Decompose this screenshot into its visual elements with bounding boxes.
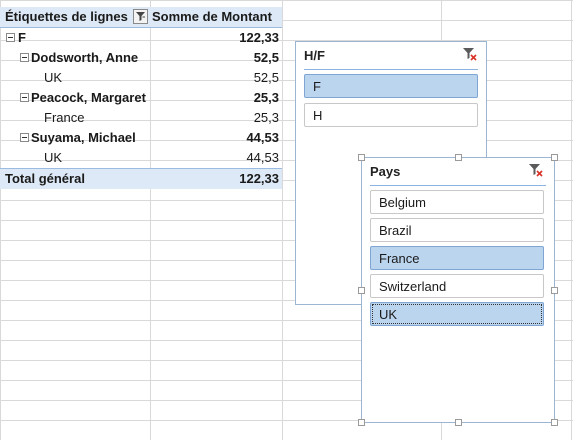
column-divider bbox=[571, 0, 572, 440]
collapse-icon[interactable] bbox=[6, 33, 15, 42]
pivot-table: Étiquettes de lignes Somme de Montant F … bbox=[0, 7, 282, 189]
filter-icon bbox=[136, 12, 145, 21]
row-label: France bbox=[44, 110, 85, 125]
row-label: F bbox=[18, 30, 26, 45]
slicer-divider bbox=[370, 185, 546, 186]
collapse-icon[interactable] bbox=[20, 93, 29, 102]
slicer-title: Pays bbox=[370, 164, 401, 179]
slicer-item-uk[interactable]: UK bbox=[370, 302, 544, 326]
grand-total-label: Total général bbox=[5, 171, 85, 186]
slicer-title: H/F bbox=[304, 48, 325, 63]
resize-handle[interactable] bbox=[551, 287, 558, 294]
resize-handle[interactable] bbox=[358, 287, 365, 294]
resize-handle[interactable] bbox=[551, 154, 558, 161]
row-value: 25,3 bbox=[253, 110, 279, 125]
clear-filter-icon[interactable] bbox=[528, 162, 544, 178]
resize-handle[interactable] bbox=[358, 419, 365, 426]
pivot-row-employee: Suyama, Michael 44,53 bbox=[0, 128, 282, 148]
pivot-row-group: F 122,33 bbox=[0, 28, 282, 48]
pivot-row-country: UK 44,53 bbox=[0, 148, 282, 168]
row-value: 52,5 bbox=[253, 50, 279, 65]
slicer-item-switzerland[interactable]: Switzerland bbox=[370, 274, 544, 298]
pivot-row-country: UK 52,5 bbox=[0, 68, 282, 88]
slicer-item-brazil[interactable]: Brazil bbox=[370, 218, 544, 242]
pivot-grand-total-row: Total général 122,33 bbox=[0, 168, 282, 189]
slicer-pays[interactable]: Pays Belgium Brazil France Switzerland U… bbox=[358, 154, 558, 426]
resize-handle[interactable] bbox=[358, 154, 365, 161]
resize-handle[interactable] bbox=[551, 419, 558, 426]
row-value: 44,53 bbox=[246, 130, 279, 145]
row-label: Dodsworth, Anne bbox=[31, 50, 139, 65]
row-value: 25,3 bbox=[253, 90, 279, 105]
clear-filter-icon[interactable] bbox=[462, 46, 478, 62]
row-value: 122,33 bbox=[239, 30, 279, 45]
sum-header: Somme de Montant bbox=[152, 9, 272, 24]
column-divider bbox=[282, 0, 283, 440]
row-labels-filter-button[interactable] bbox=[133, 9, 148, 24]
collapse-icon[interactable] bbox=[20, 133, 29, 142]
resize-handle[interactable] bbox=[455, 154, 462, 161]
row-label: UK bbox=[44, 70, 63, 85]
row-value: 44,53 bbox=[246, 150, 279, 165]
row-label: UK bbox=[44, 150, 63, 165]
grand-total-value: 122,33 bbox=[239, 171, 279, 186]
slicer-item-belgium[interactable]: Belgium bbox=[370, 190, 544, 214]
row-label: Peacock, Margaret bbox=[31, 90, 146, 105]
pivot-row-employee: Peacock, Margaret 25,3 bbox=[0, 88, 282, 108]
pivot-row-country: France 25,3 bbox=[0, 108, 282, 128]
pivot-row-employee: Dodsworth, Anne 52,5 bbox=[0, 48, 282, 68]
row-value: 52,5 bbox=[253, 70, 279, 85]
resize-handle[interactable] bbox=[455, 419, 462, 426]
collapse-icon[interactable] bbox=[20, 53, 29, 62]
row-labels-header[interactable]: Étiquettes de lignes bbox=[5, 7, 128, 27]
slicer-divider bbox=[304, 69, 478, 70]
pivot-header-row: Étiquettes de lignes Somme de Montant bbox=[0, 7, 282, 28]
row-label: Suyama, Michael bbox=[31, 130, 136, 145]
slicer-item-france[interactable]: France bbox=[370, 246, 544, 270]
slicer-item-h[interactable]: H bbox=[304, 103, 478, 127]
slicer-item-f[interactable]: F bbox=[304, 74, 478, 98]
